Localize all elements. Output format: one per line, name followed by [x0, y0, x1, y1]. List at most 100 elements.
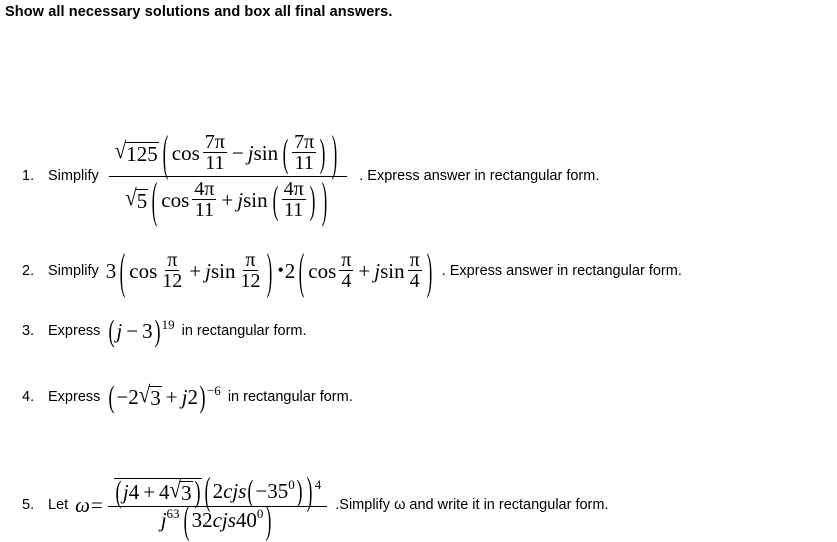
problem-2: 2. Simplify 3 ( cos π 12 + j sin π 12 ) … — [22, 245, 682, 297]
problem-1-number: 1. — [22, 168, 35, 185]
problem-2-factor1-sin-angle: π 12 — [238, 250, 262, 292]
sqrt-icon: √ 125 — [114, 137, 159, 166]
close-paren: ) — [194, 474, 201, 510]
open-paren: ( — [299, 242, 305, 300]
angle-numerator: π — [165, 249, 180, 272]
problem-2-verb: Simplify — [48, 262, 99, 279]
radical-sign: √ — [125, 183, 137, 211]
problem-5-den-cjs: cjs — [212, 508, 236, 533]
problem-1-fraction: √ 125 ( cos 7π 11 − j sin ( 7π 11 ) ) √ … — [108, 127, 348, 228]
problem-4-imaginary-coefficient: 2 — [187, 385, 198, 409]
problem-2-factor2-cos-angle: π 4 — [339, 249, 354, 293]
angle-denominator: 12 — [240, 270, 261, 293]
close-paren: ) — [306, 468, 313, 514]
angle-denominator: 11 — [294, 152, 314, 175]
problem-2-tail: . Express answer in rectangular form. — [441, 262, 682, 279]
sqrt-icon: √ 5 — [125, 183, 149, 213]
problem-5-equals: = — [91, 492, 103, 517]
problem-3-base-real: 3 — [142, 319, 153, 343]
problem-3-expression: ( j − 3 ) 19 — [108, 313, 175, 349]
close-paren: ) — [426, 242, 432, 300]
problem-2-number: 2. — [22, 262, 35, 279]
radical-sign: √ — [114, 137, 127, 165]
open-paren: ( — [183, 497, 189, 542]
open-paren: ( — [108, 313, 115, 349]
close-paren: ) — [154, 313, 161, 349]
problem-5-denominator: j 63 ( 32 cjs 40 0 ) — [160, 497, 272, 542]
problem-5-omega: ω — [75, 492, 90, 517]
open-paren: ( — [247, 473, 254, 509]
angle-denominator: 11 — [205, 152, 225, 175]
problem-1-num-radicand: 125 — [125, 141, 159, 166]
problem-1-den-cos-angle: 4π 11 — [192, 177, 217, 222]
close-paren: ) — [309, 177, 316, 222]
problem-1-tail: . Express answer in rectangular form. — [359, 168, 600, 185]
problem-2-factor1-coefficient: 3 — [105, 258, 117, 283]
problem-2-factor1-cos-angle: π 12 — [160, 250, 184, 292]
problem-5-num-real-coefficient: 4 — [159, 480, 170, 504]
problem-5-verb: Let — [48, 496, 69, 513]
problem-1-num-sin: sin — [253, 140, 279, 165]
problem-4-operator: + — [165, 385, 178, 409]
problem-5: 5. Let ω = ( j 4 + 4 √ 3 ) ( 2 cjs (−35… — [22, 471, 609, 542]
problem-1-den-radicand: 5 — [135, 188, 149, 213]
problem-5-number: 5. — [22, 496, 35, 513]
open-paren: ( — [120, 242, 126, 300]
angle-numerator: π — [243, 249, 258, 272]
angle-numerator: 4π — [281, 177, 306, 201]
open-paren: ( — [115, 474, 122, 510]
radical-sign: √ — [169, 476, 182, 504]
angle-denominator: 4 — [341, 270, 352, 293]
open-paren: ( — [204, 468, 210, 514]
problem-3-tail: in rectangular form. — [181, 323, 307, 340]
close-paren: ) — [267, 242, 273, 300]
angle-numerator: 7π — [202, 131, 227, 154]
problem-1-denominator: √ 5 ( cos 4π 11 + j sin ( 4π 11 ) ) — [119, 171, 336, 228]
problem-2-factor2-sin-angle: π 4 — [407, 250, 422, 292]
problem-5-num-cjs: cjs — [223, 479, 247, 503]
problem-4-tail: in rectangular form. — [227, 389, 353, 406]
problem-5-tail: .Simplify ω and write it in rectangular … — [335, 496, 609, 513]
problem-5-num-factor-coefficient: 2 — [212, 479, 224, 503]
instruction-heading: Show all necessary solutions and box all… — [5, 4, 393, 20]
problem-1-num-cos: cos — [171, 140, 200, 165]
problem-5-expression: ω = ( j 4 + 4 √ 3 ) ( 2 cjs (−35 0)) … — [75, 471, 329, 542]
problem-5-num-j-coefficient: 4 — [128, 480, 140, 504]
problem-1-expression: √ 125 ( cos 7π 11 − j sin ( 7π 11 ) ) √ … — [107, 127, 349, 228]
problem-2-factor1-operator: + — [189, 258, 202, 283]
problem-2-factor2-sin: sin — [380, 258, 405, 283]
problem-4: 4. Express ( − 2 √ 3 + j 2 ) −6 in recta… — [22, 379, 353, 415]
open-paren: ( — [282, 130, 289, 176]
problem-1-num-sin-angle: 7π 11 — [292, 131, 317, 175]
angle-numerator: π — [339, 249, 354, 272]
problem-1-den-sin: sin — [243, 187, 268, 212]
open-paren: ( — [152, 171, 158, 228]
problem-2-factor1-cos: cos — [129, 258, 158, 283]
problem-5-den-j: j — [160, 508, 167, 533]
problem-4-verb: Express — [48, 389, 101, 406]
problem-2-expression: 3 ( cos π 12 + j sin π 12 ) • 2 ( cos π … — [105, 245, 436, 297]
angle-numerator: 4π — [192, 177, 217, 201]
problem-1-den-cos: cos — [161, 187, 190, 212]
problem-4-expression: ( − 2 √ 3 + j 2 ) −6 — [108, 379, 221, 415]
problem-2-factor1-sin: sin — [210, 258, 236, 283]
problem-5-num-operator: + — [143, 480, 156, 504]
problem-4-real-sign: − — [116, 385, 129, 409]
problem-1-verb: Simplify — [48, 168, 99, 185]
problem-2-factor2-cos: cos — [308, 258, 337, 283]
sqrt-icon: √ 3 — [139, 383, 162, 410]
angle-denominator: 12 — [162, 270, 183, 293]
problem-1-numerator: √ 125 ( cos 7π 11 − j sin ( 7π 11 ) ) — [108, 127, 348, 179]
close-paren: ) — [199, 379, 206, 415]
problem-3-number: 3. — [22, 323, 35, 340]
problem-1-den-sin-angle: 4π 11 — [281, 177, 306, 222]
problem-5-fraction: ( j 4 + 4 √ 3 ) ( 2 cjs ( −35 0 )) 4 j … — [107, 471, 328, 542]
close-paren: ) — [319, 130, 326, 176]
angle-denominator: 11 — [284, 199, 304, 222]
angle-numerator: 7π — [292, 131, 317, 154]
problem-4-real-radicand: 3 — [149, 386, 162, 410]
problem-1: 1. Simplify √ 125 ( cos 7π 11 − j sin ( — [22, 127, 600, 228]
open-paren: ( — [272, 177, 278, 222]
angle-denominator: 11 — [194, 199, 214, 222]
close-paren: ) — [296, 473, 303, 509]
